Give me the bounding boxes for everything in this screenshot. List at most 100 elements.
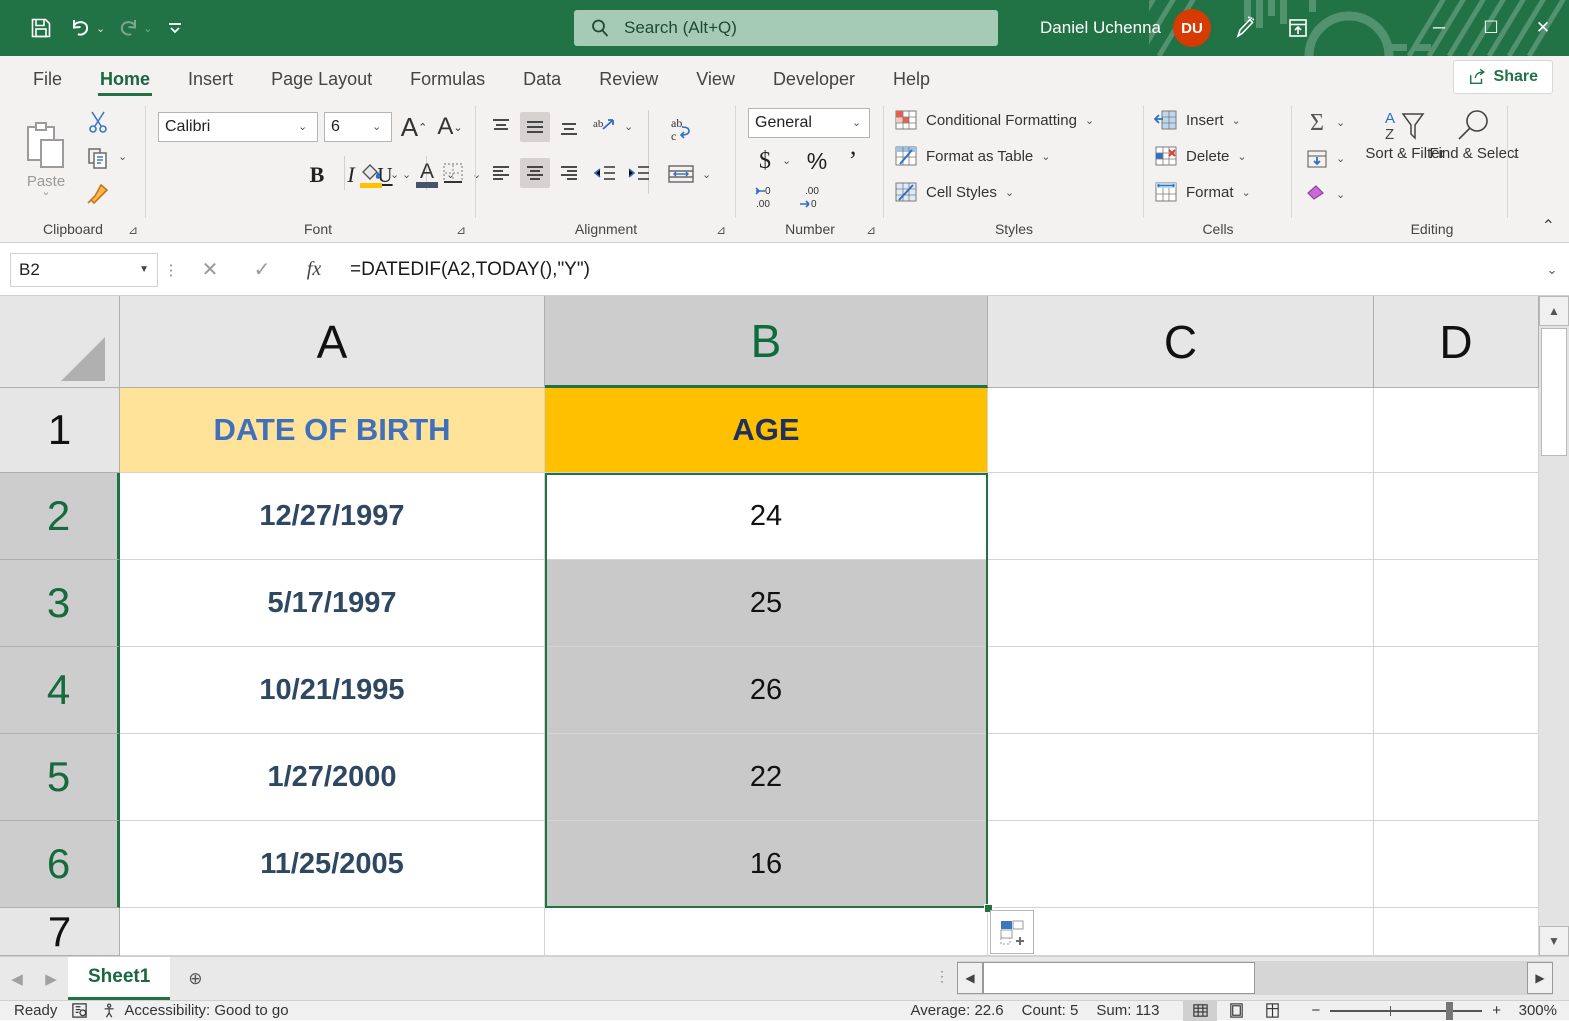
- row-header-1[interactable]: 1: [0, 388, 120, 473]
- horizontal-scroll-thumb[interactable]: [983, 962, 1255, 994]
- horizontal-scrollbar[interactable]: ◀ ▶: [957, 961, 1553, 995]
- row-header-2[interactable]: 2: [0, 473, 120, 560]
- redo-dropdown-icon[interactable]: ⌄: [143, 22, 152, 35]
- font-name-dropdown-icon[interactable]: ⌄: [298, 120, 307, 133]
- status-count[interactable]: Count: 5: [1022, 1002, 1079, 1019]
- top-align-button[interactable]: [486, 112, 516, 142]
- cell-b4[interactable]: 26: [545, 647, 988, 734]
- tab-view[interactable]: View: [677, 60, 754, 98]
- cell-d7[interactable]: [1374, 908, 1539, 956]
- cut-button[interactable]: [82, 106, 114, 138]
- clipboard-dialog-launcher[interactable]: ⊿: [128, 223, 138, 237]
- column-header-c[interactable]: C: [988, 296, 1374, 388]
- close-button[interactable]: ✕: [1517, 0, 1569, 56]
- clear-dropdown-icon[interactable]: ⌄: [1336, 188, 1345, 201]
- increase-indent-button[interactable]: [624, 158, 654, 188]
- ribbon-display-options-icon[interactable]: [1277, 7, 1319, 49]
- font-color-dropdown-icon[interactable]: ⌄: [446, 168, 455, 181]
- select-all-button[interactable]: [0, 296, 120, 388]
- cell-a1[interactable]: DATE OF BIRTH: [120, 388, 545, 473]
- zoom-slider[interactable]: [1330, 1010, 1482, 1012]
- minimize-button[interactable]: ─: [1413, 0, 1465, 56]
- insert-function-button[interactable]: fx: [288, 253, 340, 287]
- tab-data[interactable]: Data: [504, 60, 580, 98]
- cell-a4[interactable]: 10/21/1995: [120, 647, 545, 734]
- decrease-indent-button[interactable]: [590, 158, 620, 188]
- status-sum[interactable]: Sum: 113: [1096, 1002, 1159, 1019]
- sheet-tab-sheet1[interactable]: Sheet1: [68, 957, 170, 1000]
- scroll-up-button[interactable]: ▲: [1539, 296, 1569, 326]
- horizontal-scroll-splitter[interactable]: ⋮: [935, 968, 949, 985]
- expand-formula-bar-icon[interactable]: ⌄: [1535, 253, 1569, 287]
- orientation-button[interactable]: ab: [590, 112, 620, 142]
- format-painter-button[interactable]: [82, 178, 114, 210]
- quick-analysis-button[interactable]: [990, 910, 1034, 954]
- tab-developer[interactable]: Developer: [754, 60, 874, 98]
- column-header-a[interactable]: A: [120, 296, 545, 388]
- cell-d2[interactable]: [1374, 473, 1539, 560]
- cell-d5[interactable]: [1374, 734, 1539, 821]
- cell-d4[interactable]: [1374, 647, 1539, 734]
- tab-insert[interactable]: Insert: [169, 60, 252, 98]
- formula-input[interactable]: [340, 253, 1535, 287]
- undo-icon[interactable]: [62, 10, 100, 46]
- autosum-button[interactable]: Σ: [1302, 108, 1332, 138]
- fill-dropdown-icon[interactable]: ⌄: [1336, 152, 1345, 165]
- insert-cells-dropdown-icon[interactable]: ⌄: [1232, 114, 1241, 127]
- tab-formulas[interactable]: Formulas: [391, 60, 504, 98]
- page-layout-view-button[interactable]: [1219, 1001, 1253, 1021]
- cell-b3[interactable]: 25: [545, 560, 988, 647]
- bold-button[interactable]: B: [302, 160, 332, 190]
- tab-help[interactable]: Help: [874, 60, 949, 98]
- orientation-dropdown-icon[interactable]: ⌄: [624, 120, 633, 133]
- format-cells-dropdown-icon[interactable]: ⌄: [1242, 186, 1251, 199]
- bottom-align-button[interactable]: [554, 112, 584, 142]
- accounting-format-button[interactable]: $: [750, 146, 780, 176]
- cell-b5[interactable]: 22: [545, 734, 988, 821]
- delete-cells-button[interactable]: Delete ⌄: [1154, 144, 1247, 168]
- format-as-table-button[interactable]: Format as Table ⌄: [894, 144, 1051, 168]
- paste-button[interactable]: Paste ⌄: [14, 108, 78, 204]
- cancel-formula-button[interactable]: ✕: [184, 253, 236, 287]
- cell-c7[interactable]: [988, 908, 1374, 956]
- collapse-ribbon-icon[interactable]: ⌃: [1542, 216, 1555, 236]
- cell-b1[interactable]: AGE: [545, 388, 988, 473]
- conditional-formatting-button[interactable]: Conditional Formatting ⌄: [894, 108, 1094, 132]
- insert-cells-button[interactable]: Insert ⌄: [1154, 108, 1241, 132]
- font-color-button[interactable]: A: [412, 156, 442, 192]
- name-box[interactable]: B2 ▼: [10, 253, 158, 287]
- format-as-table-dropdown-icon[interactable]: ⌄: [1041, 150, 1050, 163]
- zoom-in-button[interactable]: +: [1492, 1002, 1501, 1019]
- increase-decimal-button[interactable]: 0 .00: [750, 182, 790, 212]
- customize-qat-icon[interactable]: [156, 10, 194, 46]
- add-sheet-button[interactable]: ⊕: [170, 957, 220, 1001]
- column-header-d[interactable]: D: [1374, 296, 1539, 388]
- tab-review[interactable]: Review: [580, 60, 677, 98]
- cell-a3[interactable]: 5/17/1997: [120, 560, 545, 647]
- align-right-button[interactable]: [554, 158, 584, 188]
- fill-color-dropdown-icon[interactable]: ⌄: [390, 168, 399, 181]
- number-format-dropdown-icon[interactable]: ⌄: [852, 116, 861, 129]
- tab-page-layout[interactable]: Page Layout: [252, 60, 391, 98]
- comma-format-button[interactable]: ’: [838, 146, 868, 176]
- vertical-scrollbar[interactable]: ▲ ▼: [1539, 296, 1569, 956]
- tab-file[interactable]: File: [14, 60, 81, 98]
- conditional-formatting-dropdown-icon[interactable]: ⌄: [1085, 114, 1094, 127]
- row-header-6[interactable]: 6: [0, 821, 120, 908]
- status-average[interactable]: Average: 22.6: [911, 1002, 1004, 1019]
- cell-d1[interactable]: [1374, 388, 1539, 473]
- cell-c1[interactable]: [988, 388, 1374, 473]
- save-icon[interactable]: [22, 10, 60, 46]
- wrap-text-button[interactable]: ab c: [664, 110, 700, 148]
- decrease-decimal-button[interactable]: .00 0: [794, 182, 834, 212]
- cell-styles-dropdown-icon[interactable]: ⌄: [1005, 186, 1014, 199]
- cell-c6[interactable]: [988, 821, 1374, 908]
- cell-d6[interactable]: [1374, 821, 1539, 908]
- column-header-b[interactable]: B: [545, 296, 988, 388]
- cell-c5[interactable]: [988, 734, 1374, 821]
- cell-b6[interactable]: 16: [545, 821, 988, 908]
- cell-styles-button[interactable]: Cell Styles ⌄: [894, 180, 1014, 204]
- find-select-dropdown-icon[interactable]: ⌄: [1511, 148, 1520, 161]
- cell-c3[interactable]: [988, 560, 1374, 647]
- row-header-4[interactable]: 4: [0, 647, 120, 734]
